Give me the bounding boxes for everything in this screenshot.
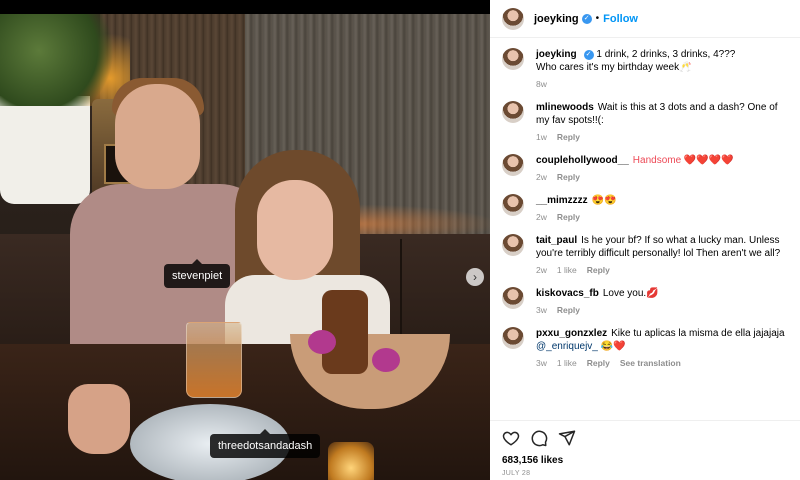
separator-dot: •: [595, 13, 600, 24]
comment-text: 😍😍: [591, 195, 617, 206]
comment-time: 3w: [536, 305, 547, 315]
comment-text: Handsome ❤️❤️❤️❤️: [632, 155, 734, 166]
comment-username[interactable]: __mimzzzz: [536, 195, 588, 206]
photo-tag-threedotsandadash[interactable]: threedotsandadash: [210, 429, 321, 458]
post-actions: 683,156 likes JULY 28: [490, 420, 800, 480]
comment-username[interactable]: mlinewoods: [536, 102, 594, 113]
author-username[interactable]: joeyking: [534, 13, 579, 25]
comment-item: tait_paul Is he your bf? If so what a luc…: [502, 234, 788, 277]
commenter-avatar[interactable]: [502, 234, 524, 256]
likes-count[interactable]: 683,156 likes: [502, 455, 788, 466]
caption-time: 8w: [536, 79, 547, 89]
photo-tag-stevenpiet[interactable]: stevenpiet: [164, 259, 231, 288]
commenter-avatar[interactable]: [502, 287, 524, 309]
photo-top-bar: [0, 0, 490, 14]
commenter-avatar[interactable]: [502, 194, 524, 216]
comment-username[interactable]: tait_paul: [536, 235, 577, 246]
reply-button[interactable]: Reply: [557, 172, 580, 182]
comment-item: mlinewoods Wait is this at 3 dots and a d…: [502, 101, 788, 144]
like-heart-icon[interactable]: [502, 429, 520, 447]
comment-time: 2w: [536, 212, 547, 222]
comment-item: __mimzzzz 😍😍 2w Reply: [502, 194, 788, 224]
reply-button[interactable]: Reply: [587, 358, 610, 368]
comment-time: 2w: [536, 265, 547, 275]
orchid-flower: [308, 330, 336, 354]
hand: [68, 384, 130, 454]
caption-text-line2: Who cares it's my birthday week🥂: [536, 62, 692, 73]
follow-button[interactable]: Follow: [603, 13, 638, 25]
next-photo-arrow-icon[interactable]: ›: [466, 268, 484, 286]
commenter-avatar[interactable]: [502, 327, 524, 349]
comment-time: 3w: [536, 358, 547, 368]
verified-badge-icon: ✓: [581, 13, 592, 24]
commenter-avatar[interactable]: [502, 101, 524, 123]
post-date: JULY 28: [502, 470, 531, 477]
reply-button[interactable]: Reply: [557, 212, 580, 222]
post-side-panel: joeyking ✓ • Follow joeyking ✓ 1 drink, 2…: [490, 0, 800, 480]
cocktail-glass: [186, 322, 242, 398]
commenter-avatar[interactable]: [502, 154, 524, 176]
verified-badge-icon: ✓: [583, 50, 594, 60]
reply-button[interactable]: Reply: [587, 265, 610, 275]
orchid-flower: [372, 348, 400, 372]
caption-text: 1 drink, 2 drinks, 3 drinks, 4???: [596, 49, 736, 60]
reply-button[interactable]: Reply: [557, 132, 580, 142]
comment-likes[interactable]: 1 like: [557, 265, 577, 275]
caption: joeyking ✓ 1 drink, 2 drinks, 3 drinks, 4…: [502, 48, 788, 91]
see-translation-button[interactable]: See translation: [620, 358, 681, 368]
post-header: joeyking ✓ • Follow: [490, 0, 800, 38]
caption-username[interactable]: joeyking: [536, 49, 577, 60]
reply-button[interactable]: Reply: [557, 305, 580, 315]
comment-item: couplehollywood__ Handsome ❤️❤️❤️❤️ 2w Rep…: [502, 154, 788, 184]
comments-list: joeyking ✓ 1 drink, 2 drinks, 3 drinks, 4…: [490, 38, 800, 370]
comment-text: Love you.💋: [602, 288, 659, 299]
comment-username[interactable]: couplehollywood__: [536, 155, 629, 166]
candle: [328, 442, 374, 480]
author-avatar[interactable]: [502, 48, 524, 70]
comment-time: 1w: [536, 132, 547, 142]
author-avatar[interactable]: [502, 7, 524, 30]
comment-username[interactable]: kiskovacs_fb: [536, 288, 599, 299]
post-photo[interactable]: stevenpiet threedotsandadash ›: [0, 14, 490, 480]
comment-text: Kike tu aplicas la misma de ella jajajaj…: [611, 328, 785, 339]
comment-mention[interactable]: @_enriquejv_: [536, 341, 598, 352]
comment-bubble-icon[interactable]: [530, 429, 548, 447]
comment-item: kiskovacs_fb Love you.💋 3w Reply: [502, 287, 788, 317]
comment-time: 2w: [536, 172, 547, 182]
comment-emoji: 😂❤️: [600, 341, 626, 352]
comment-likes[interactable]: 1 like: [557, 358, 577, 368]
share-send-icon[interactable]: [558, 429, 576, 447]
comment-username[interactable]: pxxu_gonzxlez: [536, 328, 607, 339]
comment-item: pxxu_gonzxlez Kike tu aplicas la misma de…: [502, 327, 788, 370]
